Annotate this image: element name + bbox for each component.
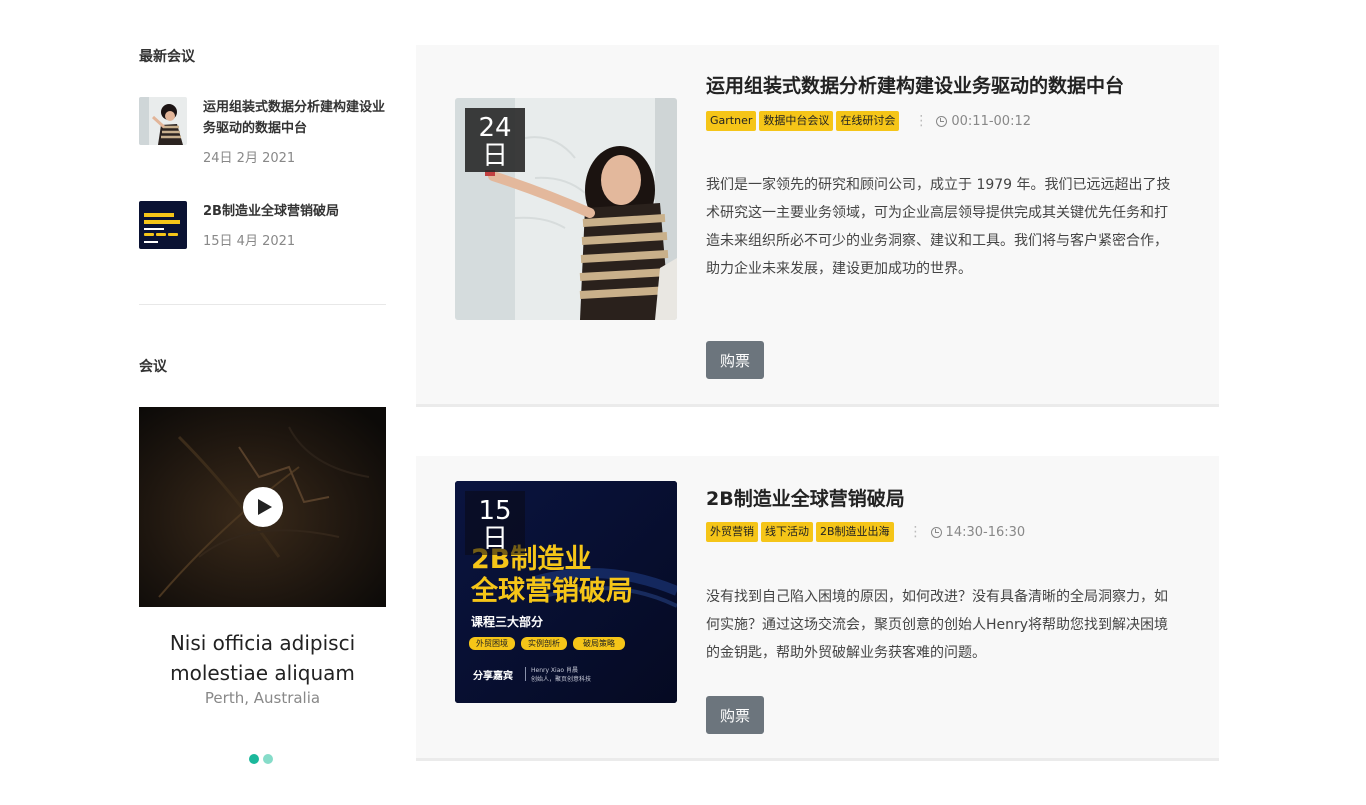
- event-tag[interactable]: 2B制造业出海: [816, 522, 894, 542]
- video-thumbnail[interactable]: [139, 407, 386, 607]
- poster-pill: 实例剖析: [528, 639, 560, 648]
- event-day: 24: [478, 113, 512, 143]
- event-time-text: 00:11-00:12: [951, 113, 1031, 129]
- recent-item-title[interactable]: 2B制造业全球营销破局: [203, 201, 388, 222]
- event-description: 我们是一家领先的研究和顾问公司，成立于 1979 年。我们已远远超出了技术研究这…: [706, 177, 1171, 277]
- event-time: 00:11-00:12: [936, 114, 1031, 129]
- event-day-suffix: 日: [481, 524, 508, 554]
- event-meta: Gartner 数据中台会议 在线研讨会 ⋮ 00:11-00:12: [706, 111, 1031, 131]
- event-time-text: 14:30-16:30: [945, 524, 1026, 540]
- recent-item-date: 15日 4月 2021: [203, 234, 296, 249]
- event-meta: 外贸营销 线下活动 2B制造业出海 ⋮ 14:30-16:30: [706, 522, 1025, 542]
- slider-dot-1[interactable]: [249, 754, 259, 764]
- event-title[interactable]: 运用组装式数据分析建构建设业务驱动的数据中台: [706, 71, 1124, 98]
- event-image[interactable]: 2B制造业 全球营销破局 课程三大部分 外贸困境 实例剖析 破局策略 分享嘉宾 …: [455, 481, 677, 703]
- recent-item-title[interactable]: 运用组装式数据分析建构建设业务驱动的数据中台: [203, 97, 388, 139]
- event-card: 2B制造业 全球营销破局 课程三大部分 外贸困境 实例剖析 破局策略 分享嘉宾 …: [416, 456, 1219, 761]
- event-date-badge: 24 日: [465, 108, 525, 172]
- event-day-suffix: 日: [481, 141, 508, 171]
- event-tag[interactable]: 数据中台会议: [759, 111, 834, 131]
- event-tag[interactable]: Gartner: [706, 111, 757, 131]
- recent-conferences-heading: 最新会议: [139, 49, 195, 65]
- event-image[interactable]: 24 日: [455, 98, 677, 320]
- event-time: 14:30-16:30: [930, 524, 1026, 540]
- recent-item-thumbnail[interactable]: [139, 97, 187, 145]
- poster-guest-label: 分享嘉宾: [473, 671, 513, 682]
- poster-pill: 破局策略: [583, 639, 615, 648]
- slider-pagination: [249, 749, 277, 768]
- slide-location: Perth, Australia: [204, 689, 321, 707]
- play-icon[interactable]: [243, 487, 283, 527]
- event-date-badge: 15 日: [465, 491, 525, 555]
- slider-dot-2[interactable]: [263, 754, 273, 764]
- recent-item-thumbnail[interactable]: [139, 201, 187, 249]
- recent-item[interactable]: 运用组装式数据分析建构建设业务驱动的数据中台 24日 2月 2021: [139, 97, 388, 166]
- event-tag[interactable]: 线下活动: [761, 522, 813, 542]
- event-day: 15: [478, 496, 512, 526]
- poster-guest-name: Henry Xiao 肖晨: [531, 667, 578, 674]
- buy-ticket-button[interactable]: 购票: [706, 696, 764, 734]
- poster-guest-role: 创始人，聚页创意科技: [531, 676, 592, 683]
- buy-ticket-button[interactable]: 购票: [706, 341, 764, 379]
- recent-item-date: 24日 2月 2021: [203, 151, 296, 166]
- slide-title[interactable]: Nisi officia adipisci molestiae aliquam: [139, 628, 386, 688]
- clock-icon: [936, 115, 948, 127]
- event-tag[interactable]: 外贸营销: [706, 522, 758, 542]
- event-tag[interactable]: 在线研讨会: [836, 111, 900, 131]
- poster-pill: 外贸困境: [476, 639, 508, 648]
- poster-line2: 全球营销破局: [471, 576, 633, 607]
- conferences-heading: 会议: [139, 359, 167, 375]
- event-card: 24 日 运用组装式数据分析建构建设业务驱动的数据中台 Gartner 数据中台…: [416, 45, 1219, 407]
- event-description: 没有找到自己陷入困境的原因，如何改进？没有具备清晰的全局洞察力，如何实施？通过这…: [706, 589, 1169, 661]
- separator-icon: ⋮: [914, 113, 929, 129]
- separator-icon: ⋮: [908, 524, 923, 540]
- clock-icon: [930, 526, 942, 538]
- recent-item[interactable]: 2B制造业全球营销破局 15日 4月 2021: [139, 201, 386, 261]
- poster-subtitle: 课程三大部分: [471, 615, 544, 629]
- event-title[interactable]: 2B制造业全球营销破局: [706, 484, 905, 511]
- sidebar-divider: [139, 304, 386, 305]
